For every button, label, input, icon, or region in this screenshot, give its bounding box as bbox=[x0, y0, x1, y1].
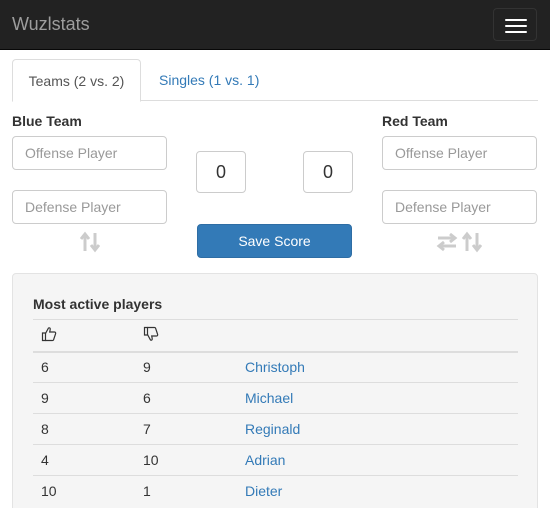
hamburger-menu-icon bbox=[505, 25, 527, 27]
blue-offense-input[interactable]: Offense Player bbox=[12, 136, 167, 170]
wins-cell: 10 bbox=[33, 475, 135, 507]
tab-singles[interactable]: Singles (1 vs. 1) bbox=[144, 59, 274, 101]
player-link[interactable]: Reginald bbox=[237, 413, 518, 445]
table-row: 6 9 Christoph bbox=[33, 351, 518, 383]
red-defense-input[interactable]: Defense Player bbox=[382, 190, 537, 224]
player-link[interactable]: Christoph bbox=[237, 351, 518, 383]
table-header-row bbox=[33, 319, 518, 353]
table-row: 8 7 Reginald bbox=[33, 413, 518, 445]
name-header bbox=[237, 319, 518, 353]
active-players-title: Most active players bbox=[33, 296, 163, 312]
table-row: 10 1 Dieter bbox=[33, 475, 518, 507]
tab-teams[interactable]: Teams (2 vs. 2) bbox=[12, 59, 141, 102]
losses-cell: 10 bbox=[135, 444, 237, 476]
save-score-button[interactable]: Save Score bbox=[197, 224, 352, 258]
losses-cell: 6 bbox=[135, 382, 237, 414]
table-row: 4 10 Adrian bbox=[33, 444, 518, 476]
wins-cell: 9 bbox=[33, 382, 135, 414]
blue-score-input[interactable]: 0 bbox=[196, 151, 246, 193]
active-players-table: 6 9 Christoph 9 6 Michael 8 7 Reginald 4… bbox=[33, 319, 518, 507]
blue-defense-input[interactable]: Defense Player bbox=[12, 190, 167, 224]
blue-team-label: Blue Team bbox=[12, 113, 82, 129]
swap-horizontal-icon[interactable] bbox=[436, 231, 458, 253]
red-team-label: Red Team bbox=[382, 113, 448, 129]
mode-tabs: Teams (2 vs. 2) Singles (1 vs. 1) bbox=[12, 59, 538, 102]
thumbs-up-icon bbox=[41, 326, 57, 341]
wins-cell: 4 bbox=[33, 444, 135, 476]
losses-header bbox=[135, 319, 237, 353]
red-offense-input[interactable]: Offense Player bbox=[382, 136, 537, 170]
wins-cell: 6 bbox=[33, 351, 135, 383]
thumbs-down-icon bbox=[143, 326, 159, 341]
table-row: 9 6 Michael bbox=[33, 382, 518, 414]
red-score-input[interactable]: 0 bbox=[303, 151, 353, 193]
swap-vertical-icon[interactable] bbox=[80, 231, 100, 253]
player-link[interactable]: Michael bbox=[237, 382, 518, 414]
swap-vertical-icon[interactable] bbox=[462, 231, 482, 253]
navbar: Wuzlstats bbox=[0, 0, 550, 50]
wins-cell: 8 bbox=[33, 413, 135, 445]
navbar-toggle-button[interactable] bbox=[493, 8, 537, 41]
losses-cell: 7 bbox=[135, 413, 237, 445]
losses-cell: 1 bbox=[135, 475, 237, 507]
losses-cell: 9 bbox=[135, 351, 237, 383]
player-link[interactable]: Dieter bbox=[237, 475, 518, 507]
active-players-panel: Most active players 6 9 Christoph 9 6 Mi… bbox=[12, 273, 538, 508]
player-link[interactable]: Adrian bbox=[237, 444, 518, 476]
brand-link[interactable]: Wuzlstats bbox=[12, 14, 90, 34]
wins-header bbox=[33, 319, 135, 353]
hamburger-menu-icon bbox=[505, 19, 527, 21]
hamburger-menu-icon bbox=[505, 31, 527, 33]
